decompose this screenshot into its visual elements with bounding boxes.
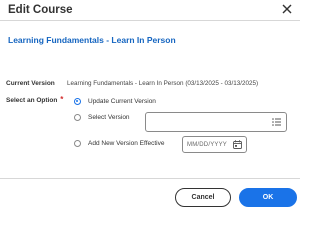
option-label-select-version: Select Version: [88, 114, 130, 121]
select-version-input[interactable]: [145, 112, 287, 132]
close-icon[interactable]: [281, 3, 293, 15]
calendar-icon[interactable]: [233, 140, 242, 149]
radio-select-version[interactable]: [74, 114, 81, 121]
radio-add-new-version[interactable]: [74, 140, 81, 147]
option-add-new-version[interactable]: Add New Version Effective: [74, 140, 164, 147]
edit-course-dialog: Edit Course Learning Fundamentals - Lear…: [0, 0, 300, 213]
dialog-title: Edit Course: [8, 4, 73, 16]
select-option-label: Select an Option *: [6, 95, 64, 105]
header-divider: [0, 20, 300, 21]
option-update-current-version[interactable]: Update Current Version: [74, 98, 156, 105]
cancel-button[interactable]: Cancel: [175, 188, 231, 207]
list-icon[interactable]: [272, 118, 281, 126]
date-placeholder: MM/DD/YYYY: [187, 141, 228, 148]
effective-date-input[interactable]: MM/DD/YYYY: [182, 136, 247, 153]
option-label-add-new-version: Add New Version Effective: [88, 140, 165, 147]
current-version-value: Learning Fundamentals - Learn In Person …: [67, 80, 259, 87]
radio-update-current-version[interactable]: [74, 98, 81, 105]
option-select-version[interactable]: Select Version: [74, 114, 130, 121]
current-version-label: Current Version: [6, 80, 55, 87]
footer-divider: [0, 178, 300, 179]
ok-button[interactable]: OK: [239, 188, 297, 207]
required-marker: *: [60, 95, 64, 104]
course-name-link[interactable]: Learning Fundamentals - Learn In Person: [8, 35, 176, 45]
option-label-update-current-version: Update Current Version: [88, 98, 156, 105]
select-option-label-text: Select an Option: [6, 97, 58, 104]
